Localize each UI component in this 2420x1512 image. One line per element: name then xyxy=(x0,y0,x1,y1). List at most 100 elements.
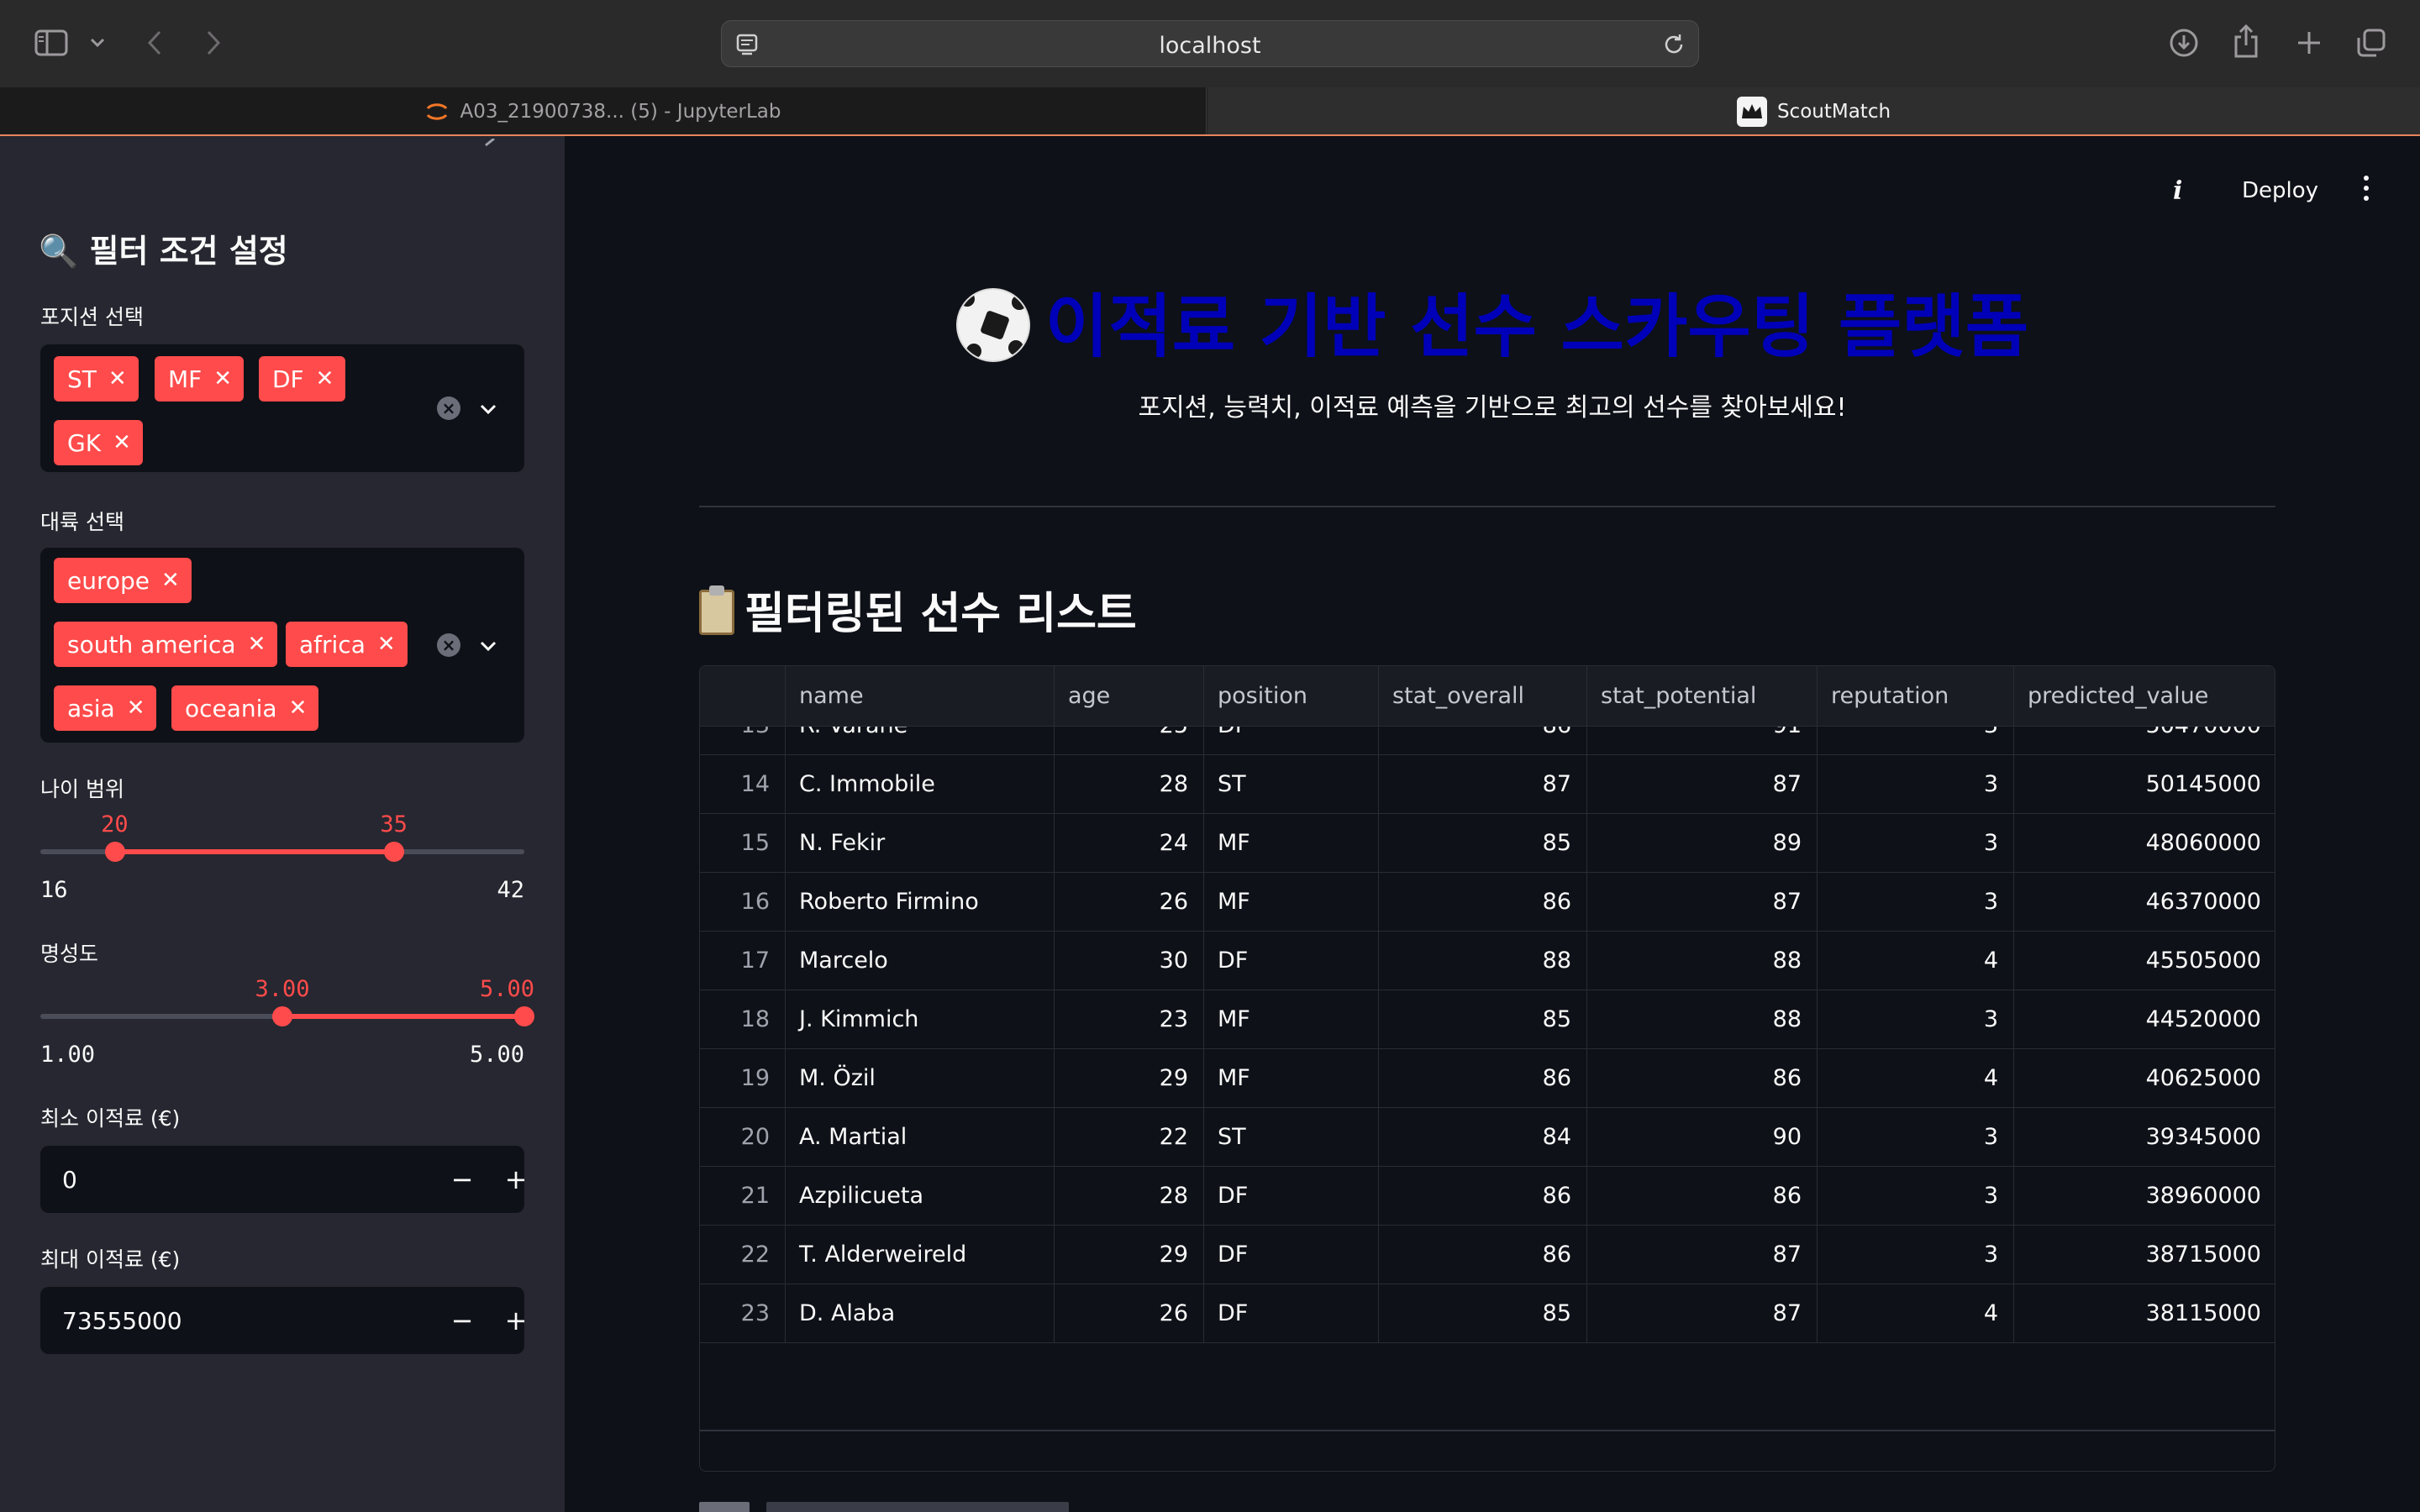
table-row[interactable]: 13R. Varane25DF8691350470000 xyxy=(700,727,2275,755)
cell-stat-overall[interactable]: 85 xyxy=(1379,990,1587,1049)
close-icon[interactable]: ✕ xyxy=(377,632,396,657)
tab-jupyterlab[interactable]: A03_21900738... (5) - JupyterLab xyxy=(0,87,1207,136)
cell-position[interactable]: MF xyxy=(1204,814,1379,873)
cell-reputation[interactable]: 4 xyxy=(1818,1284,2014,1343)
cell-stat-overall[interactable]: 85 xyxy=(1379,814,1587,873)
cell-name[interactable]: T. Alderweireld xyxy=(786,1226,1055,1284)
cell-idx[interactable]: 16 xyxy=(700,873,786,932)
cell-stat-potential[interactable]: 87 xyxy=(1587,1226,1818,1284)
cell-stat-potential[interactable]: 86 xyxy=(1587,1049,1818,1108)
cell-reputation[interactable]: 4 xyxy=(1818,1049,2014,1108)
cell-stat-potential[interactable]: 86 xyxy=(1587,1167,1818,1226)
table-row[interactable]: 14 C. Immobile 28 ST 87 87 3 50145000 xyxy=(700,755,2275,814)
reputation-high-handle[interactable] xyxy=(514,1006,534,1026)
cell-age[interactable]: 26 xyxy=(1055,1284,1204,1343)
new-tab-icon[interactable] xyxy=(2294,25,2324,60)
column-header-age[interactable]: age xyxy=(1055,666,1204,727)
cell-stat-overall[interactable]: 87 xyxy=(1379,755,1587,814)
forward-icon[interactable] xyxy=(198,25,229,60)
more-options-icon[interactable] xyxy=(2349,170,2383,207)
cell-name[interactable]: J. Kimmich xyxy=(786,990,1055,1049)
chip-df[interactable]: DF ✕ xyxy=(259,356,346,402)
table-row[interactable]: 18 J. Kimmich 23 MF 85 88 3 44520000 xyxy=(700,990,2275,1049)
cell-predicted-value[interactable]: 38115000 xyxy=(2014,1284,2275,1343)
cell-stat-overall[interactable]: 84 xyxy=(1379,1108,1587,1167)
cell-stat-overall[interactable]: 86 xyxy=(1379,1049,1587,1108)
chevron-down-icon[interactable] xyxy=(86,30,109,55)
cell-stat-potential[interactable]: 88 xyxy=(1587,932,1818,990)
chevron-down-icon[interactable] xyxy=(479,396,497,420)
close-icon[interactable]: ✕ xyxy=(289,696,308,721)
cell-position[interactable]: ST xyxy=(1204,1108,1379,1167)
cell-position[interactable]: DF xyxy=(1204,1167,1379,1226)
cell-position[interactable]: DF xyxy=(1204,1284,1379,1343)
cell-stat-potential[interactable]: 87 xyxy=(1587,755,1818,814)
table-row[interactable]: 19 M. Özil 29 MF 86 86 4 40625000 xyxy=(700,1049,2275,1108)
cell-idx[interactable]: 13 xyxy=(700,727,786,755)
table-row[interactable]: 20 A. Martial 22 ST 84 90 3 39345000 xyxy=(700,1108,2275,1167)
cell-name[interactable]: A. Martial xyxy=(786,1108,1055,1167)
cell-predicted-value[interactable]: 50470000 xyxy=(2014,727,2275,755)
chip-south-america[interactable]: south america ✕ xyxy=(54,622,278,667)
column-header-index[interactable] xyxy=(700,666,786,727)
cell-age[interactable]: 30 xyxy=(1055,932,1204,990)
increment-button[interactable]: + xyxy=(496,1300,536,1341)
cell-idx[interactable]: 19 xyxy=(700,1049,786,1108)
decrement-button[interactable]: − xyxy=(442,1159,482,1200)
chip-europe[interactable]: europe ✕ xyxy=(54,558,192,603)
cell-stat-potential[interactable]: 90 xyxy=(1587,1108,1818,1167)
info-icon[interactable]: i xyxy=(2173,176,2182,206)
chip-gk[interactable]: GK ✕ xyxy=(54,420,143,465)
decrement-button[interactable]: − xyxy=(442,1300,482,1341)
table-row[interactable]: 22 T. Alderweireld 29 DF 86 87 3 38715000 xyxy=(700,1226,2275,1284)
collapse-sidebar-icon[interactable] xyxy=(481,133,499,158)
cell-name[interactable]: D. Alaba xyxy=(786,1284,1055,1343)
cell-predicted-value[interactable]: 39345000 xyxy=(2014,1108,2275,1167)
cell-idx[interactable]: 17 xyxy=(700,932,786,990)
chip-st[interactable]: ST ✕ xyxy=(54,356,139,402)
cell-reputation[interactable]: 3 xyxy=(1818,873,2014,932)
column-header-stat-overall[interactable]: stat_overall xyxy=(1379,666,1587,727)
min-fee-value[interactable]: 0 xyxy=(62,1166,77,1194)
table-row[interactable]: 16 Roberto Firmino 26 MF 86 87 3 46370000 xyxy=(700,873,2275,932)
close-icon[interactable]: ✕ xyxy=(213,366,232,391)
reputation-low-handle[interactable] xyxy=(272,1006,292,1026)
table-row[interactable]: 23 D. Alaba 26 DF 85 87 4 38115000 xyxy=(700,1284,2275,1343)
cell-stat-overall[interactable]: 85 xyxy=(1379,1284,1587,1343)
cell-idx[interactable]: 22 xyxy=(700,1226,786,1284)
players-table[interactable]: name age position stat_overall stat_pote… xyxy=(699,665,2275,1472)
close-icon[interactable]: ✕ xyxy=(113,430,131,455)
cell-age[interactable]: 28 xyxy=(1055,755,1204,814)
cell-stat-potential[interactable]: 88 xyxy=(1587,990,1818,1049)
cell-reputation[interactable]: 3 xyxy=(1818,1226,2014,1284)
close-icon[interactable]: ✕ xyxy=(161,568,180,593)
cell-idx[interactable]: 21 xyxy=(700,1167,786,1226)
cell-stat-overall[interactable]: 86 xyxy=(1379,1167,1587,1226)
column-header-position[interactable]: position xyxy=(1204,666,1379,727)
continent-multiselect[interactable]: europe ✕ south america ✕ africa ✕ asia ✕ oce… xyxy=(40,548,524,743)
table-row[interactable]: 17 Marcelo 30 DF 88 88 4 45505000 xyxy=(700,932,2275,990)
cell-reputation[interactable]: 3 xyxy=(1818,990,2014,1049)
cell-age[interactable]: 26 xyxy=(1055,873,1204,932)
cell-age[interactable]: 29 xyxy=(1055,1226,1204,1284)
age-high-handle[interactable] xyxy=(383,842,404,862)
column-header-stat-potential[interactable]: stat_potential xyxy=(1587,666,1818,727)
increment-button[interactable]: + xyxy=(496,1159,536,1200)
deploy-button[interactable]: Deploy xyxy=(2228,171,2332,210)
max-fee-input[interactable]: 73555000 − + xyxy=(40,1287,527,1354)
cell-position[interactable]: DF xyxy=(1204,1226,1379,1284)
cell-position[interactable]: MF xyxy=(1204,873,1379,932)
reputation-slider[interactable]: 3.00 5.00 1.00 5.00 xyxy=(0,973,565,1074)
cell-stat-overall[interactable]: 86 xyxy=(1379,873,1587,932)
min-fee-input[interactable]: 0 − + xyxy=(40,1146,527,1213)
cell-reputation[interactable]: 3 xyxy=(1818,1108,2014,1167)
cell-name[interactable]: C. Immobile xyxy=(786,755,1055,814)
chip-oceania[interactable]: oceania ✕ xyxy=(171,685,319,731)
cell-reputation[interactable]: 3 xyxy=(1818,727,2014,755)
cell-stat-potential[interactable]: 87 xyxy=(1587,1284,1818,1343)
column-header-name[interactable]: name xyxy=(786,666,1055,727)
chevron-down-icon[interactable] xyxy=(479,633,497,657)
cell-stat-overall[interactable]: 86 xyxy=(1379,1226,1587,1284)
cell-age[interactable]: 24 xyxy=(1055,814,1204,873)
cell-predicted-value[interactable]: 48060000 xyxy=(2014,814,2275,873)
